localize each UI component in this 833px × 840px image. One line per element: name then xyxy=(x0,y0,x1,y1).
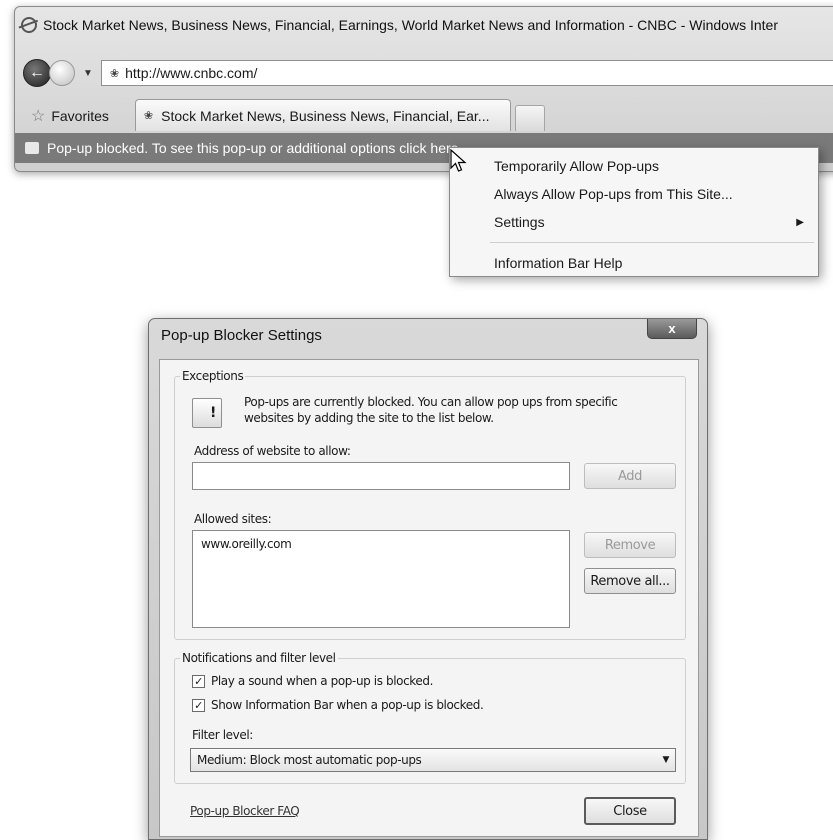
filter-level-label: Filter level: xyxy=(192,728,253,742)
notifications-group-label: Notifications and filter level xyxy=(180,651,338,665)
dialog-close-x-button[interactable]: x xyxy=(647,319,697,339)
menu-item-always-allow[interactable]: Always Allow Pop-ups from This Site... xyxy=(450,180,818,208)
show-info-bar-option[interactable]: ✓ Show Information Bar when a pop-up is … xyxy=(192,698,484,712)
exceptions-info-text: Pop-ups are currently blocked. You can a… xyxy=(244,395,618,425)
menu-item-label: Temporarily Allow Pop-ups xyxy=(494,158,659,174)
favorites-button[interactable]: ☆ Favorites xyxy=(23,101,131,131)
title-bar: Stock Market News, Business News, Financ… xyxy=(15,7,833,43)
popup-info-icon: ! xyxy=(192,398,222,428)
menu-item-label: Information Bar Help xyxy=(494,255,623,271)
play-sound-option[interactable]: ✓ Play a sound when a pop-up is blocked. xyxy=(192,674,433,688)
forward-button[interactable] xyxy=(49,60,75,86)
dialog-body: Exceptions ! Pop-ups are currently block… xyxy=(159,359,699,837)
star-icon: ☆ xyxy=(31,108,46,125)
menu-item-information-bar-help[interactable]: Information Bar Help xyxy=(450,249,818,277)
menu-item-settings[interactable]: Settings ▶ xyxy=(450,208,818,236)
menu-item-label: Always Allow Pop-ups from This Site... xyxy=(494,186,733,202)
website-address-input[interactable] xyxy=(192,462,570,490)
filter-level-value: Medium: Block most automatic pop-ups xyxy=(197,753,422,767)
menu-item-temporarily-allow[interactable]: Temporarily Allow Pop-ups xyxy=(450,152,818,180)
popup-blocked-icon xyxy=(25,142,39,154)
back-arrow-icon: ← xyxy=(29,64,45,81)
remove-all-button-label: Remove all... xyxy=(590,573,670,589)
tab-cnbc[interactable]: ❀ Stock Market News, Business News, Fina… xyxy=(134,99,511,131)
dialog-title: Pop-up Blocker Settings xyxy=(161,327,322,344)
nbc-peacock-icon: ❀ xyxy=(143,110,154,122)
add-button-label: Add xyxy=(618,468,642,484)
ie-logo-icon xyxy=(21,17,37,33)
play-sound-checkbox[interactable]: ✓ xyxy=(192,674,205,688)
address-bar[interactable]: ❀ http://www.cnbc.com/ xyxy=(100,60,833,86)
allowed-sites-label: Allowed sites: xyxy=(194,512,272,526)
menu-separator xyxy=(490,242,814,243)
tab-title: Stock Market News, Business News, Financ… xyxy=(161,107,490,124)
show-info-bar-label: Show Information Bar when a pop-up is bl… xyxy=(211,698,484,712)
allowed-sites-list[interactable]: www.oreilly.com xyxy=(192,530,570,628)
allowed-site-item[interactable]: www.oreilly.com xyxy=(201,537,561,551)
new-tab-button[interactable] xyxy=(514,105,545,131)
remove-button-label: Remove xyxy=(604,537,656,553)
submenu-arrow-icon: ▶ xyxy=(796,216,804,228)
chevron-down-icon: ▼ xyxy=(662,755,669,765)
close-button[interactable]: Close xyxy=(584,797,676,825)
show-info-bar-checkbox[interactable]: ✓ xyxy=(192,698,205,712)
information-bar-text: Pop-up blocked. To see this pop-up or ad… xyxy=(47,140,471,156)
info-bar-context-menu: Temporarily Allow Pop-ups Always Allow P… xyxy=(449,147,819,277)
add-button[interactable]: Add xyxy=(584,463,676,489)
mouse-pointer-icon xyxy=(450,149,467,172)
remove-button[interactable]: Remove xyxy=(584,532,676,558)
filter-level-select[interactable]: Medium: Block most automatic pop-ups ▼ xyxy=(190,748,676,772)
exceptions-group-label: Exceptions xyxy=(180,369,246,383)
back-button[interactable]: ← xyxy=(23,59,51,87)
favorites-label: Favorites xyxy=(51,108,109,124)
popup-blocker-faq-link[interactable]: Pop-up Blocker FAQ xyxy=(190,804,300,818)
address-text: http://www.cnbc.com/ xyxy=(125,65,258,81)
remove-all-button[interactable]: Remove all... xyxy=(584,568,676,594)
play-sound-label: Play a sound when a pop-up is blocked. xyxy=(211,674,434,688)
window-title: Stock Market News, Business News, Financ… xyxy=(43,17,778,33)
popup-blocker-settings-dialog: Pop-up Blocker Settings x Exceptions ! P… xyxy=(148,318,708,840)
close-icon: x xyxy=(668,321,676,336)
address-label: Address of website to allow: xyxy=(194,444,351,458)
nbc-peacock-icon: ❀ xyxy=(109,67,120,80)
close-button-label: Close xyxy=(613,803,647,819)
navigation-bar: ← ▼ ❀ http://www.cnbc.com/ xyxy=(15,55,833,91)
menu-item-label: Settings xyxy=(494,214,545,230)
recent-pages-dropdown-icon[interactable]: ▼ xyxy=(83,68,93,79)
tab-row: ☆ Favorites ❀ Stock Market News, Busines… xyxy=(15,97,833,131)
